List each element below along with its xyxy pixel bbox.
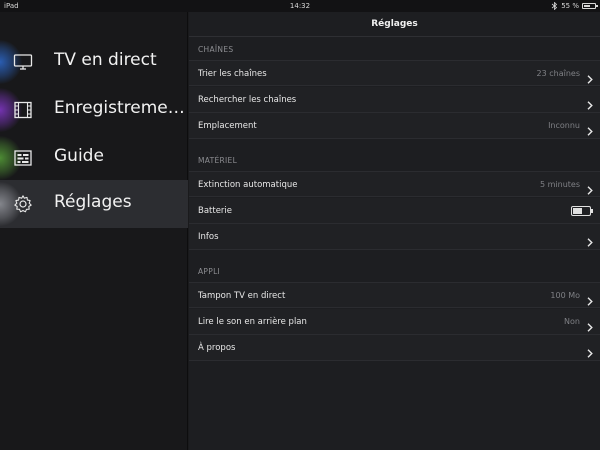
chevron-right-icon bbox=[587, 317, 593, 332]
sidebar-item-label: Réglages bbox=[54, 192, 132, 212]
row-label: Extinction automatique bbox=[198, 180, 298, 190]
bluetooth-icon bbox=[551, 2, 558, 10]
section-header-appli: APPLI bbox=[198, 267, 221, 276]
section-header-chaines: CHAÎNES bbox=[198, 45, 234, 54]
sidebar-item-guide[interactable]: Guide bbox=[0, 134, 188, 182]
row-label: Lire le son en arrière plan bbox=[198, 317, 307, 327]
row-label: Rechercher les chaînes bbox=[198, 95, 297, 105]
battery-percent: 55 % bbox=[561, 2, 579, 10]
chevron-right-icon bbox=[587, 121, 593, 136]
sidebar-item-reglages[interactable]: Réglages bbox=[0, 180, 188, 228]
chevron-right-icon bbox=[587, 291, 593, 306]
chevron-right-icon bbox=[587, 180, 593, 195]
film-icon bbox=[13, 100, 33, 120]
setting-row-extinction-automatique[interactable]: Extinction automatique 5 minutes bbox=[189, 171, 600, 197]
setting-row-son-arriere-plan[interactable]: Lire le son en arrière plan Non bbox=[189, 309, 600, 335]
sidebar-item-label: Enregistrements bbox=[54, 98, 186, 118]
status-bar: iPad 14:32 55 % bbox=[0, 0, 600, 12]
row-value: Non bbox=[564, 317, 580, 326]
row-label: Batterie bbox=[198, 206, 233, 216]
setting-row-trier-chaines[interactable]: Trier les chaînes 23 chaînes bbox=[189, 60, 600, 86]
sidebar-item-label: TV en direct bbox=[54, 50, 157, 70]
row-label: À propos bbox=[198, 343, 236, 353]
chevron-right-icon bbox=[587, 69, 593, 84]
row-label: Infos bbox=[198, 232, 219, 242]
setting-row-rechercher-chaines[interactable]: Rechercher les chaînes bbox=[189, 87, 600, 113]
setting-row-tampon-tv[interactable]: Tampon TV en direct 100 Mo bbox=[189, 282, 600, 308]
chevron-right-icon bbox=[587, 95, 593, 110]
battery-icon bbox=[571, 206, 593, 216]
chevron-right-icon bbox=[587, 343, 593, 358]
row-value: Inconnu bbox=[548, 121, 580, 130]
section-header-materiel: MATÉRIEL bbox=[198, 156, 238, 165]
sidebar: TV en direct Enregistrements Guide Régla… bbox=[0, 12, 188, 450]
tv-icon bbox=[13, 52, 33, 72]
setting-row-emplacement[interactable]: Emplacement Inconnu bbox=[189, 113, 600, 139]
row-value: 23 chaînes bbox=[536, 69, 580, 78]
sidebar-item-enregistrements[interactable]: Enregistrements bbox=[0, 86, 188, 134]
chevron-right-icon bbox=[587, 232, 593, 247]
row-value: 5 minutes bbox=[539, 180, 580, 189]
row-label: Trier les chaînes bbox=[198, 69, 267, 79]
sidebar-item-tv-en-direct[interactable]: TV en direct bbox=[0, 38, 188, 86]
page-title: Réglages bbox=[371, 19, 418, 29]
sidebar-item-label: Guide bbox=[54, 146, 104, 166]
navigation-bar: Réglages bbox=[189, 12, 600, 37]
status-time: 14:32 bbox=[289, 2, 311, 10]
guide-icon bbox=[13, 148, 33, 168]
setting-row-batterie: Batterie bbox=[189, 198, 600, 224]
status-right: 55 % bbox=[551, 2, 598, 10]
setting-row-infos[interactable]: Infos bbox=[189, 224, 600, 250]
setting-row-a-propos[interactable]: À propos bbox=[189, 335, 600, 361]
battery-icon bbox=[582, 3, 598, 9]
gear-icon bbox=[13, 194, 33, 214]
row-value: 100 Mo bbox=[550, 291, 580, 300]
settings-panel: Réglages CHAÎNES Trier les chaînes 23 ch… bbox=[189, 12, 600, 450]
row-label: Emplacement bbox=[198, 121, 257, 131]
row-label: Tampon TV en direct bbox=[198, 291, 286, 301]
